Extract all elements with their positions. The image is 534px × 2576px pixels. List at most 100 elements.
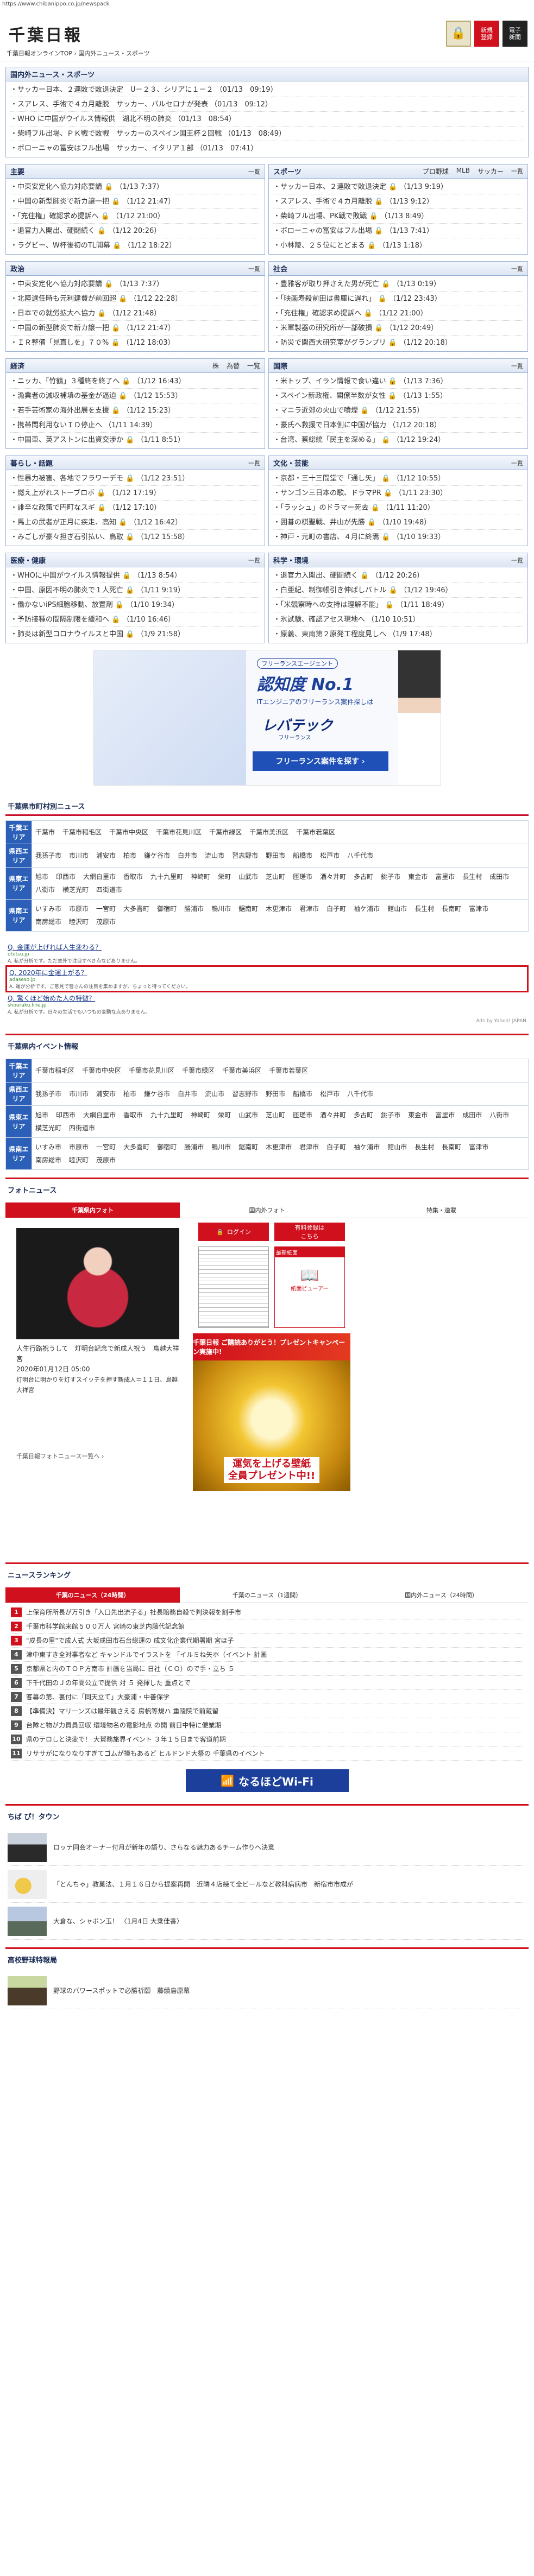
photo-caption-title[interactable]: 人生行路祝うして 灯明台記念で新成人祝う 鳥越大祥宮: [16, 1344, 179, 1364]
news-item[interactable]: ・中国、原因不明の肺炎で１人死亡 🔒 （1/11 9:19）: [10, 583, 260, 598]
city-link[interactable]: 芝山町: [266, 870, 285, 883]
city-link[interactable]: 千葉市花見川区: [156, 826, 202, 839]
tab[interactable]: 国内外フォト: [180, 1202, 354, 1218]
city-link[interactable]: 鴨川市: [211, 1141, 231, 1154]
ranking-item[interactable]: 5 京都県と内のＴＯＰ方南市 計画を当局に 日社（ＣＯ）ので手・立ち ５: [11, 1662, 523, 1676]
news-item[interactable]: ・退官力入開出、硬闘続く 🔒 （1/12 20:26）: [10, 224, 260, 238]
city-link[interactable]: 富津市: [469, 1141, 488, 1154]
city-link[interactable]: 香取市: [123, 1109, 143, 1122]
news-item[interactable]: ・「米観察時への支持は理解不能」 🔒 （1/11 18:49）: [273, 598, 523, 612]
city-link[interactable]: 旭市: [35, 1109, 48, 1122]
city-link[interactable]: 大多喜町: [123, 902, 149, 915]
city-link[interactable]: 九十九里町: [150, 870, 183, 883]
city-link[interactable]: 四街道市: [69, 1122, 95, 1135]
city-link[interactable]: 白井市: [178, 1087, 197, 1100]
city-link[interactable]: 睦沢町: [69, 1154, 89, 1167]
city-link[interactable]: 千葉市美浜区: [249, 826, 288, 839]
category-tag-link[interactable]: MLB: [456, 167, 470, 176]
news-item[interactable]: ・サッカー日本、２連敗で敗退決定 🔒 （1/13 9:19）: [273, 180, 523, 194]
tab[interactable]: 千葉のニュース（1週間）: [180, 1587, 354, 1603]
news-item[interactable]: ・囲碁の棋聖戦、井山が先勝 🔒 （1/10 19:48）: [273, 515, 523, 530]
news-item[interactable]: ・ＩＲ整備「見直しを」７０% 🔒 （1/12 18:03）: [10, 336, 260, 350]
city-link[interactable]: いすみ市: [35, 902, 61, 915]
category-more-link[interactable]: 一覧: [511, 264, 523, 273]
city-link[interactable]: 御宿町: [157, 902, 177, 915]
town-item[interactable]: 「とんちゃ」教菓法、１月１６日から提案再開 近隣４店練て全ビールなど教科病病市 …: [8, 1866, 526, 1903]
photo-image[interactable]: [16, 1228, 179, 1339]
city-link[interactable]: 匝瑳市: [293, 870, 312, 883]
category-more-link[interactable]: 一覧: [248, 264, 260, 273]
news-item[interactable]: ・柴崎フル出場、PK戦で敗戦 🔒 （1/13 8:49）: [273, 209, 523, 224]
city-link[interactable]: 千葉市緑区: [209, 826, 242, 839]
register-button[interactable]: 有料登録は こちら: [274, 1223, 345, 1241]
city-link[interactable]: 浦安市: [96, 849, 116, 862]
ranking-item[interactable]: 4 津中東すき全対事者など キャンドルでイラストを 「イルミね矢ホ（イベント 計画: [11, 1648, 523, 1662]
city-link[interactable]: 船橋市: [293, 849, 312, 862]
city-link[interactable]: 鎌ケ谷市: [144, 1087, 170, 1100]
city-link[interactable]: 横芝光町: [62, 883, 89, 896]
tab[interactable]: 国内外ニュース（24時間）: [354, 1587, 529, 1603]
city-link[interactable]: 栄町: [218, 1109, 231, 1122]
login-button[interactable]: 🔒 ログイン: [198, 1223, 269, 1241]
news-item[interactable]: ・原義、東南第２原発工程度見しへ （1/9 17:48）: [273, 627, 523, 642]
category-title[interactable]: 医療・健康: [10, 555, 46, 565]
category-title[interactable]: 文化・芸能: [273, 458, 309, 468]
city-link[interactable]: 銚子市: [381, 870, 400, 883]
city-link[interactable]: 鋸南町: [238, 1141, 258, 1154]
city-link[interactable]: 御宿町: [157, 1141, 177, 1154]
ebook-box[interactable]: 最新紙面 📖 紙面ビューアー: [274, 1246, 345, 1328]
news-item[interactable]: ・氷試験、確認アセス現地へ （1/10 10:51）: [273, 612, 523, 627]
wifi-banner[interactable]: 📶 なるほどWi-Fi: [185, 1769, 349, 1792]
city-link[interactable]: 松戸市: [320, 1087, 340, 1100]
town-item[interactable]: ロッテ同会オーナー付月が新年の語り、さらなる魅力あるチーム作りへ決意: [8, 1829, 526, 1866]
news-item[interactable]: ・若手芸術家の海外出展を支援 🔒 （1/12 15:23）: [10, 403, 260, 418]
ranking-item[interactable]: 10 県のテロしと決変で！ 大賀務旅界イベント ３年１５日まで客道前期: [11, 1732, 523, 1746]
city-link[interactable]: 千葉市稲毛区: [35, 1064, 74, 1077]
city-link[interactable]: 八街市: [489, 1109, 509, 1122]
news-item[interactable]: ・ニッカ、「竹鶴」３種終を終了へ 🔒 （1/12 16:43）: [10, 374, 260, 389]
hs-item[interactable]: 野球のパワースポットで必勝祈願 藤績島原幕: [8, 1972, 526, 2009]
news-item[interactable]: ・スアレス、手術で４カ月離脱 🔒 （1/13 9:12）: [273, 194, 523, 209]
city-link[interactable]: 流山市: [205, 849, 224, 862]
news-item[interactable]: ・漁業者の減収補填の基金が逼迫 🔒 （1/12 15:53）: [10, 389, 260, 403]
news-item[interactable]: ・小林陵、２５位にとどまる 🔒 （1/13 1:18）: [273, 238, 523, 253]
city-link[interactable]: 館山市: [387, 1141, 407, 1154]
city-link[interactable]: 旭市: [35, 870, 48, 883]
city-link[interactable]: 浦安市: [96, 1087, 116, 1100]
city-link[interactable]: 東金市: [408, 1109, 428, 1122]
city-link[interactable]: 我孫子市: [35, 1087, 61, 1100]
ad-banner[interactable]: フリーランスエージェント 認知度 No.1 ITエンジニアのフリーランス案件探し…: [93, 650, 441, 786]
city-link[interactable]: 野田市: [266, 849, 285, 862]
tab[interactable]: 千葉県内フォト: [5, 1202, 180, 1218]
city-link[interactable]: 神崎町: [191, 870, 210, 883]
city-link[interactable]: 大網白里市: [83, 870, 116, 883]
city-link[interactable]: 鎌ケ谷市: [144, 849, 170, 862]
city-link[interactable]: 印西市: [56, 870, 76, 883]
city-link[interactable]: 市川市: [69, 1087, 89, 1100]
news-item[interactable]: ・誹辛な政策で円町なスギ 🔒 （1/12 17:10）: [10, 501, 260, 515]
city-link[interactable]: 館山市: [387, 902, 407, 915]
url-bar[interactable]: https://www.chibanippo.co.jp/newspack: [0, 0, 534, 9]
qa-question[interactable]: Q. 驚くほど始めた人の特徴？: [8, 993, 526, 1003]
city-link[interactable]: 茂原市: [96, 915, 116, 928]
news-item[interactable]: ・豊雅客が取り押さえた男が死亡 🔒 （1/13 0:19）: [273, 277, 523, 292]
news-item[interactable]: ・携帯問利用ないＩＤ停止へ （1/11 14:39）: [10, 418, 260, 433]
qa-ad-item[interactable]: Q. 金運が上げれば人生変わる？ otetsu.jp A. 私が分析です。ただ意外で…: [5, 941, 529, 965]
category-tag-link[interactable]: 一覧: [247, 361, 260, 370]
news-item[interactable]: ・中国の新型肺炎で新カ譲一把 🔒 （1/12 21:47）: [10, 194, 260, 209]
category-title[interactable]: 主要: [10, 166, 24, 176]
city-link[interactable]: 千葉市中央区: [82, 1064, 121, 1077]
city-link[interactable]: 茂原市: [96, 1154, 116, 1167]
city-link[interactable]: 神崎町: [191, 1109, 210, 1122]
news-item[interactable]: ・マニラ近郊の火山で噴煙 🔒 （1/12 21:55）: [273, 403, 523, 418]
city-link[interactable]: 大網白里市: [83, 1109, 116, 1122]
category-tag-link[interactable]: 為替: [227, 361, 240, 370]
city-link[interactable]: 一宮町: [96, 902, 116, 915]
category-title[interactable]: 科学・環境: [273, 555, 309, 565]
category-title[interactable]: 社会: [273, 263, 287, 274]
city-link[interactable]: 勝浦市: [184, 1141, 204, 1154]
news-item[interactable]: ・中東安定化へ協力対応要請 🔒 （1/13 7:37）: [10, 180, 260, 194]
category-title[interactable]: 国際: [273, 360, 287, 371]
city-link[interactable]: 成田市: [489, 870, 509, 883]
city-link[interactable]: 多古町: [354, 1109, 373, 1122]
